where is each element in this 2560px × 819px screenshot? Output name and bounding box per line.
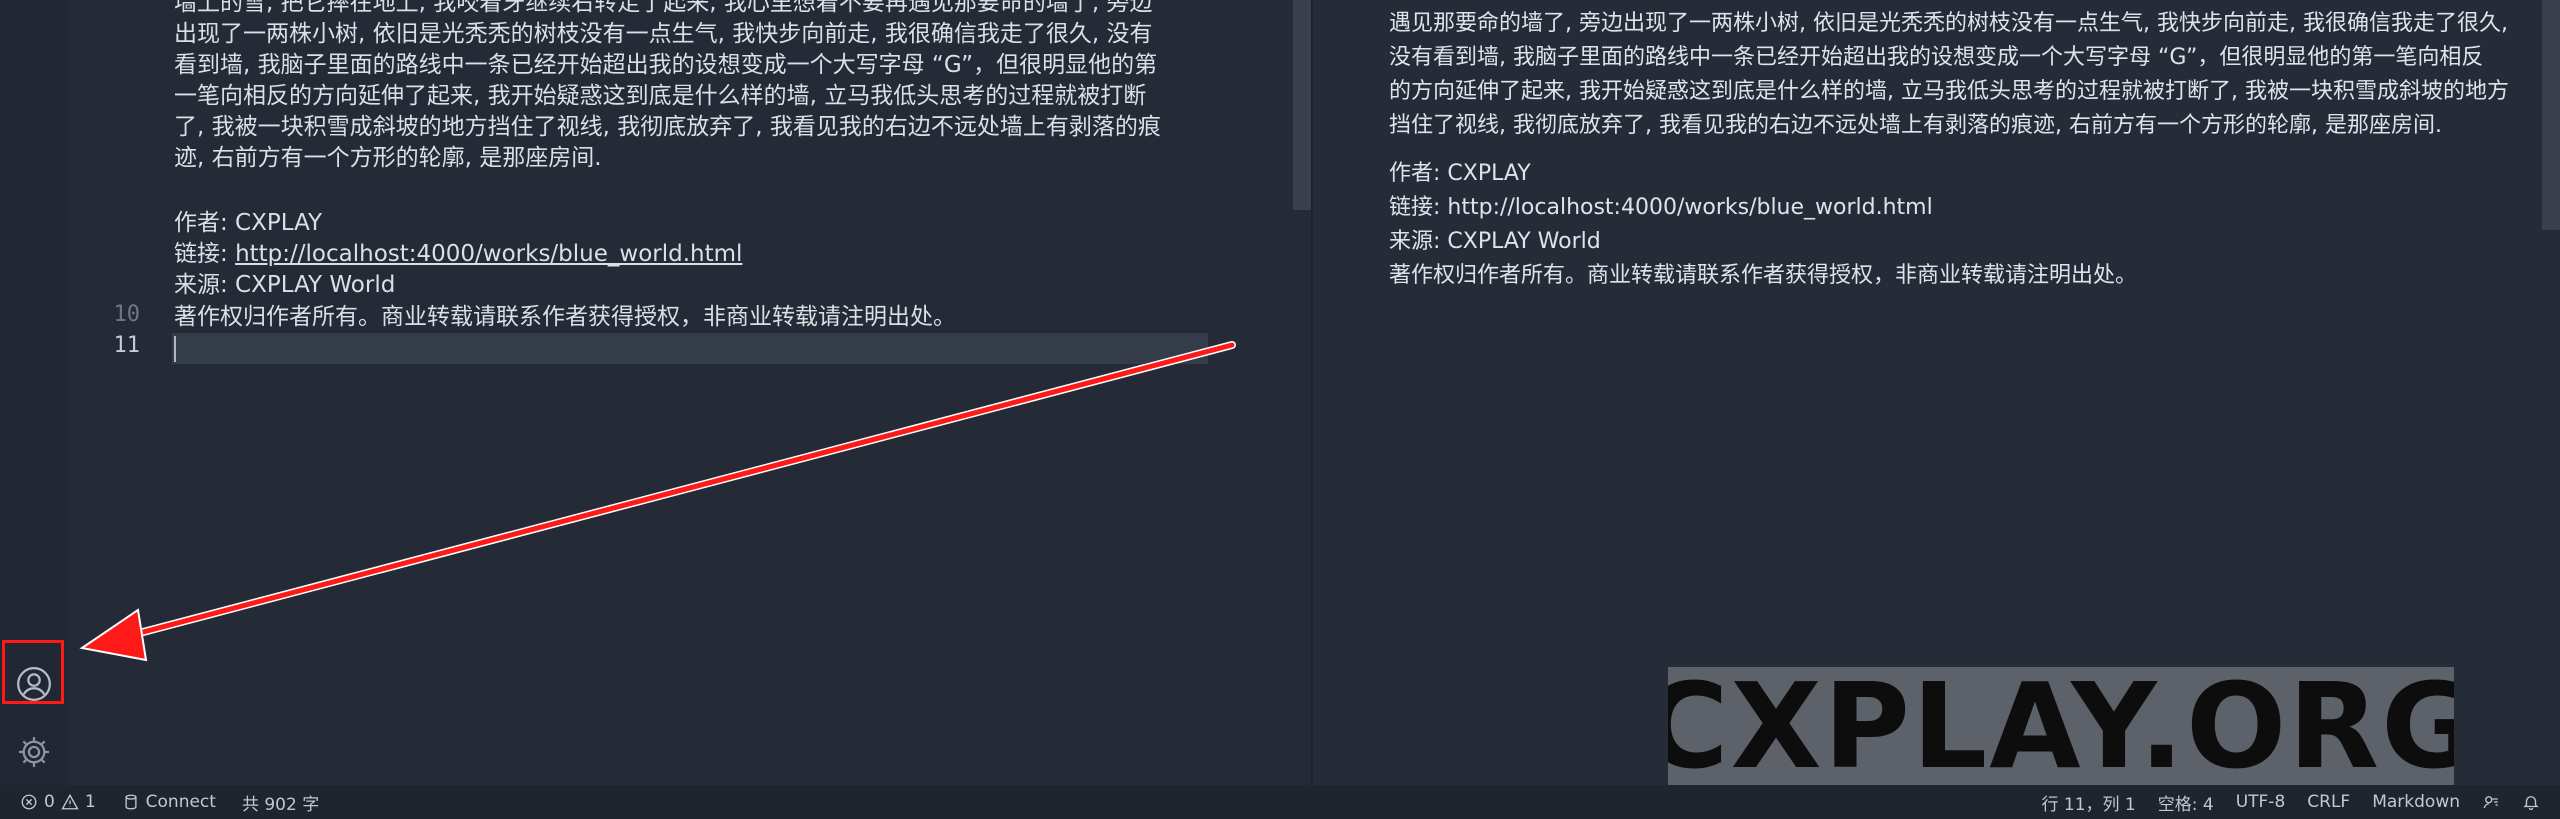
word-count-label: 共 902 字 [241,794,320,815]
preview-meta-copyright: 著作权归作者所有。商业转载请联系作者获得授权，非商业转载请注明出处。 [1389,263,2138,288]
bell-icon [2523,796,2539,811]
editor-line: 墙上的雪, 把它摔在地上, 我咬着牙继续右转走了起来, 我心里想着不要再遇见那要… [174,0,1153,16]
line-number: 10 [113,302,141,327]
error-icon [21,794,37,810]
preview-scrollbar[interactable] [2542,0,2560,230]
database-icon [125,794,137,810]
editor-line-author: 作者: CXPLAY [174,210,323,236]
preview-paragraph-line: 遇见那要命的墙了, 旁边出现了一两株小树, 依旧是光秃秃的树枝没有一点生气, 我… [1389,11,2508,36]
notifications-button[interactable] [2522,793,2540,811]
editor-line-source: 来源: CXPLAY World [174,272,396,298]
encoding[interactable]: UTF-8 [2236,792,2286,812]
manage-button[interactable] [0,718,68,786]
link-label: 链接: [174,241,236,267]
preview-paragraph-line: 没有看到墙, 我脑子里面的路线中一条已经开始超出我的设想变成一个大写字母 “G”… [1389,45,2484,70]
editor-line: 了, 我被一块积雪成斜坡的地方挡住了视线, 我彻底放弃了, 我看见我的右边不远处… [174,114,1161,140]
connect-button[interactable]: Connect [122,792,216,812]
gear-icon [18,736,50,768]
word-count: 共 902 字 [242,790,319,815]
editor-line-link: 链接: http://localhost:4000/works/blue_wor… [174,239,742,270]
preview-paragraph-line: 的方向延伸了起来, 我开始疑惑这到底是什么样的墙, 立马我低头思考的过程就被打断… [1389,79,2509,104]
feedback-icon [2483,796,2498,809]
preview-meta-author: 作者: CXPLAY [1389,161,1531,186]
text-caret [174,336,176,362]
preview-meta-source: 来源: CXPLAY World [1389,229,1601,254]
current-line-highlight [172,333,1208,364]
line-number-current: 11 [113,333,141,358]
cursor-position[interactable]: 行 11，列 1 [2041,790,2135,815]
warning-count: 1 [84,792,96,812]
watermark: CXPLAY.ORG [1668,667,2454,785]
editor-scrollbar[interactable] [1293,0,1311,210]
line-ending-label: CRLF [2307,792,2351,812]
link-url[interactable]: http://localhost:4000/works/blue_world.h… [235,241,742,267]
indentation[interactable]: 空格: 4 [2158,790,2214,815]
preview-paragraph-line: 挡住了视线, 我彻底放弃了, 我看见我的右边不远处墙上有剥落的痕迹, 右前方有一… [1389,113,2442,138]
annotation-highlight-box [2,640,64,704]
editor-line-copyright: 著作权归作者所有。商业转载请联系作者获得授权，非商业转载请注明出处。 [174,304,956,330]
status-bar: 0 1 Connect 共 902 字 行 11，列 1 空格: 4 UTF-8… [0,785,2560,819]
editor-line: 看到墙, 我脑子里面的路线中一条已经开始超出我的设想变成一个大写字母 “G”，但… [174,52,1158,78]
connect-label: Connect [145,792,216,812]
warning-icon [61,793,79,810]
cursor-position-label: 行 11，列 1 [2041,794,2136,815]
editor-line: 一笔向相反的方向延伸了起来, 我开始疑惑这到底是什么样的墙, 立马我低头思考的过… [174,83,1147,109]
error-count: 0 [44,792,55,812]
editor-line: 迹, 右前方有一个方形的轮廓, 是那座房间. [174,145,602,171]
language-mode[interactable]: Markdown [2372,792,2460,812]
feedback-button[interactable] [2482,793,2500,811]
line-number-gutter: 10 11 [68,0,172,785]
language-mode-label: Markdown [2372,792,2460,812]
indentation-label: 空格: 4 [2157,794,2214,815]
editor-line: 出现了一两株小树, 依旧是光秃秃的树枝没有一点生气, 我快步向前走, 我很确信我… [174,21,1153,47]
encoding-label: UTF-8 [2235,792,2286,812]
line-ending[interactable]: CRLF [2307,792,2350,812]
preview-meta-link[interactable]: 链接: http://localhost:4000/works/blue_wor… [1389,191,1933,225]
problems-indicator[interactable]: 0 1 [20,792,96,812]
markdown-editor[interactable]: 墙上的雪, 把它摔在地上, 我咬着牙继续右转走了起来, 我心里想着不要再遇见那要… [172,0,1208,785]
